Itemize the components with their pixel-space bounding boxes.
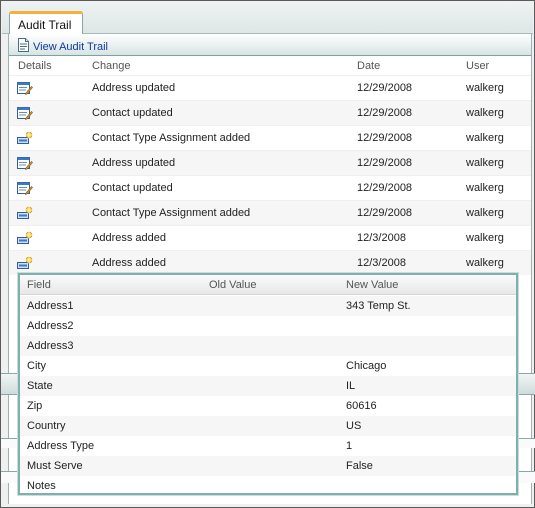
user-cell: walkerg: [466, 182, 504, 194]
new-value-cell: 343 Temp St.: [346, 300, 411, 312]
new-value-cell: IL: [346, 380, 356, 392]
edit-record-icon[interactable]: [17, 81, 33, 98]
change-cell: Address updated: [92, 157, 176, 169]
change-cell: Contact updated: [92, 182, 173, 194]
tab-strip: Audit Trail: [2, 2, 533, 35]
add-record-icon[interactable]: [17, 131, 33, 148]
new-value-cell: 1: [346, 440, 353, 452]
table-row: Address added 12/3/2008 walkerg: [9, 225, 531, 250]
edit-record-icon[interactable]: [17, 106, 33, 123]
popup-row: Notes: [20, 476, 516, 496]
new-value-cell: US: [346, 420, 362, 432]
popup-row: State IL: [20, 376, 516, 396]
add-record-icon[interactable]: [17, 256, 33, 273]
change-cell: Contact updated: [92, 107, 173, 119]
user-cell: walkerg: [466, 257, 504, 269]
edit-record-icon[interactable]: [17, 181, 33, 198]
new-value-cell: Chicago: [346, 360, 387, 372]
popup-row: Address2: [20, 316, 516, 336]
column-header-user: User: [466, 60, 490, 72]
popup-row: Country US: [20, 416, 516, 436]
edit-record-icon[interactable]: [17, 156, 33, 173]
field-cell: Address Type: [27, 440, 95, 452]
table-row: Contact Type Assignment added 12/29/2008 w…: [9, 200, 531, 225]
audit-table-header: Details Change Date User: [9, 57, 531, 75]
change-cell: Address added: [92, 232, 166, 244]
field-cell: State: [27, 380, 53, 392]
user-cell: walkerg: [466, 82, 504, 94]
document-icon: [17, 38, 30, 55]
change-cell: Address added: [92, 257, 166, 269]
field-cell: Notes: [27, 480, 56, 492]
popup-header: Field Old Value New Value: [20, 275, 516, 295]
tab-audit-trail[interactable]: Audit Trail: [9, 11, 83, 35]
date-cell: 12/29/2008: [357, 82, 413, 94]
window-frame: Audit Trail View Audit Trail Details Cha…: [0, 0, 535, 508]
change-cell: Address updated: [92, 82, 176, 94]
column-header-details: Details: [18, 60, 52, 72]
field-cell: City: [27, 360, 46, 372]
user-cell: walkerg: [466, 157, 504, 169]
change-cell: Contact Type Assignment added: [92, 207, 251, 219]
date-cell: 12/29/2008: [357, 207, 413, 219]
date-cell: 12/3/2008: [357, 257, 406, 269]
user-cell: walkerg: [466, 207, 504, 219]
user-cell: walkerg: [466, 232, 504, 244]
date-cell: 12/29/2008: [357, 107, 413, 119]
table-row: Contact updated 12/29/2008 walkerg: [9, 100, 531, 125]
date-cell: 12/29/2008: [357, 132, 413, 144]
column-header-new-value: New Value: [346, 279, 399, 291]
add-record-icon[interactable]: [17, 206, 33, 223]
field-cell: Address3: [27, 340, 74, 352]
date-cell: 12/29/2008: [357, 157, 413, 169]
field-cell: Address1: [27, 300, 74, 312]
add-record-icon[interactable]: [17, 231, 33, 248]
audit-table-body: Address updated 12/29/2008 walkerg Contact …: [9, 75, 531, 275]
user-cell: walkerg: [466, 107, 504, 119]
popup-row: Address Type 1: [20, 436, 516, 456]
change-details-popup: Field Old Value New Value Address1 343 Te…: [18, 273, 518, 495]
table-row: Contact updated 12/29/2008 walkerg: [9, 175, 531, 200]
date-cell: 12/3/2008: [357, 232, 406, 244]
date-cell: 12/29/2008: [357, 182, 413, 194]
view-audit-trail-link[interactable]: View Audit Trail: [33, 41, 108, 53]
table-row: Address added 12/3/2008 walkerg: [9, 250, 531, 275]
column-header-field: Field: [27, 279, 51, 291]
table-row: Address updated 12/29/2008 walkerg: [9, 150, 531, 175]
field-cell: Must Serve: [27, 460, 83, 472]
column-header-old-value: Old Value: [209, 279, 257, 291]
popup-row: Must Serve False: [20, 456, 516, 476]
column-header-date: Date: [357, 60, 381, 72]
table-row: Contact Type Assignment added 12/29/2008 w…: [9, 125, 531, 150]
table-row: Address updated 12/29/2008 walkerg: [9, 75, 531, 100]
popup-row: Address1 343 Temp St.: [20, 296, 516, 316]
user-cell: walkerg: [466, 132, 504, 144]
field-cell: Address2: [27, 320, 74, 332]
change-cell: Contact Type Assignment added: [92, 132, 251, 144]
column-header-change: Change: [92, 60, 131, 72]
field-cell: Zip: [27, 400, 43, 412]
popup-row: Address3: [20, 336, 516, 356]
popup-row: City Chicago: [20, 356, 516, 376]
panel-toolbar: View Audit Trail: [9, 34, 531, 56]
new-value-cell: 60616: [346, 400, 377, 412]
field-cell: Country: [27, 420, 66, 432]
popup-row: Zip 60616: [20, 396, 516, 416]
new-value-cell: False: [346, 460, 373, 472]
